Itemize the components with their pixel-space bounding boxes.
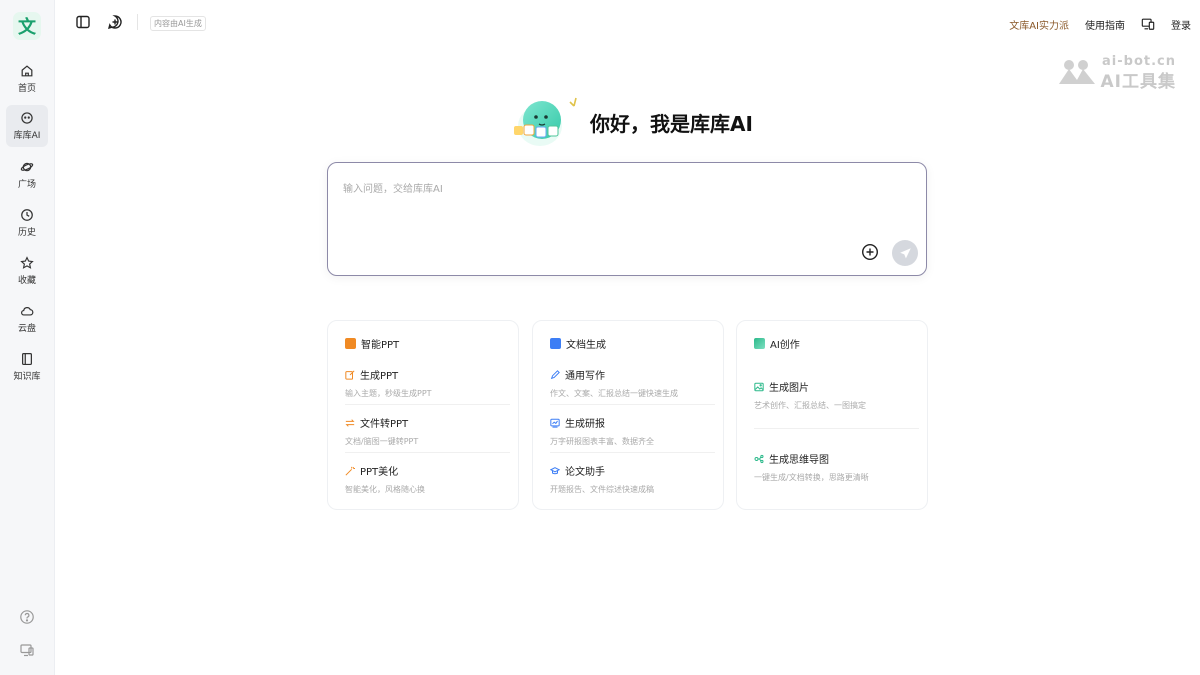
- feature-title: 论文助手: [565, 467, 605, 478]
- sidebar-item-label: 历史: [17, 228, 36, 238]
- feature-general-writing[interactable]: 通用写作 作文、文案、汇报总结一键快速生成: [550, 367, 715, 399]
- topbar-right: 文库AI实力派 使用指南 登录: [1009, 16, 1200, 32]
- feature-research-report[interactable]: 生成研报 万字研报图表丰富、数据齐全: [550, 415, 715, 447]
- divider: [345, 404, 510, 405]
- image-icon: [754, 382, 764, 391]
- new-chat-icon[interactable]: [107, 14, 123, 30]
- ppt-icon: [345, 338, 356, 349]
- prompt-input-box[interactable]: 输入问题，交给库库AI: [327, 162, 927, 276]
- prompt-input[interactable]: 输入问题，交给库库AI: [343, 180, 443, 195]
- watermark: ai-bot.cn AI工具集: [1058, 54, 1176, 92]
- feature-subtitle: 作文、文案、汇报总结一键快速生成: [550, 389, 678, 398]
- feature-subtitle: 智能美化，风格随心换: [345, 485, 425, 494]
- card-ai-creation: AI创作 生成图片 艺术创作、汇报总结、一图搞定 生成思维导图 一键生成/文档转…: [736, 320, 928, 510]
- feature-thesis-assistant[interactable]: 论文助手 开题报告、文件综述快速成稿: [550, 463, 715, 495]
- card-document-generation: 文档生成 通用写作 作文、文案、汇报总结一键快速生成 生成研报 万字研报图表丰富…: [532, 320, 724, 510]
- app-logo[interactable]: 文: [13, 12, 41, 40]
- sidebar-item-label: 库库AI: [13, 131, 41, 141]
- feature-subtitle: 一键生成/文档转换，思路更清晰: [754, 473, 869, 482]
- add-attachment-icon[interactable]: [861, 243, 879, 261]
- sidebar-toggle-icon[interactable]: [75, 14, 91, 30]
- device-icon[interactable]: [19, 642, 35, 658]
- help-icon[interactable]: [19, 609, 35, 625]
- hero-title: 你好，我是库库AI: [590, 112, 753, 136]
- star-icon: [20, 256, 34, 269]
- divider: [550, 404, 715, 405]
- pen-icon: [550, 369, 560, 379]
- device-switch-icon[interactable]: [1141, 17, 1155, 31]
- feature-title: 生成思维导图: [769, 455, 829, 466]
- feature-ppt-beautify[interactable]: PPT美化 智能美化，风格随心换: [345, 463, 510, 495]
- card-header: 文档生成: [550, 336, 606, 351]
- cloud-icon: [21, 307, 34, 316]
- card-header: AI创作: [754, 336, 800, 351]
- sidebar-item-label: 广场: [17, 180, 36, 190]
- feature-subtitle: 开题报告、文件综述快速成稿: [550, 485, 654, 494]
- feature-subtitle: 万字研报图表丰富、数据齐全: [550, 437, 654, 446]
- sidebar-item-home[interactable]: 首页: [6, 58, 48, 100]
- ai-chat-icon: [21, 112, 33, 124]
- edit-icon: [345, 369, 355, 380]
- convert-icon: [345, 418, 355, 427]
- feature-subtitle: 输入主题，秒级生成PPT: [345, 389, 432, 398]
- divider: [754, 428, 919, 429]
- feature-file-to-ppt[interactable]: 文件转PPT 文档/脑图一键转PPT: [345, 415, 510, 447]
- login-link[interactable]: 登录: [1171, 17, 1191, 32]
- sidebar: 文 首页 库库AI 广场 历史 收藏 云盘 知识库: [0, 0, 55, 675]
- watermark-name: AI工具集: [1100, 72, 1176, 92]
- feature-title: PPT美化: [360, 467, 399, 478]
- card-title: AI创作: [770, 340, 800, 351]
- knowledge-book-icon: [22, 352, 32, 366]
- card-title: 文档生成: [566, 340, 606, 351]
- sidebar-item-label: 收藏: [17, 276, 36, 286]
- sidebar-item-history[interactable]: 历史: [6, 202, 48, 244]
- feature-title: 生成图片: [769, 383, 809, 394]
- sidebar-item-kuku-ai[interactable]: 库库AI: [6, 105, 48, 147]
- feature-generate-image[interactable]: 生成图片 艺术创作、汇报总结、一图搞定: [754, 379, 919, 411]
- feature-title: 通用写作: [565, 371, 605, 382]
- sidebar-item-knowledge-base[interactable]: 知识库: [6, 346, 48, 388]
- sidebar-item-cloud[interactable]: 云盘: [6, 298, 48, 340]
- send-button[interactable]: [892, 240, 918, 266]
- divider: [550, 452, 715, 453]
- home-icon: [21, 65, 33, 77]
- sidebar-item-square[interactable]: 广场: [6, 154, 48, 196]
- mascot-icon: [514, 97, 577, 146]
- feature-title: 生成PPT: [360, 371, 399, 382]
- card-title: 智能PPT: [361, 340, 400, 351]
- sidebar-item-label: 知识库: [13, 372, 41, 382]
- mind-map-icon: [754, 454, 764, 463]
- feature-title: 生成研报: [565, 419, 605, 430]
- hero: 你好，我是库库AI: [510, 96, 780, 146]
- feature-title: 文件转PPT: [360, 419, 409, 430]
- chart-icon: [550, 418, 560, 428]
- topbar-divider: [137, 14, 138, 30]
- sidebar-item-label: 云盘: [17, 324, 36, 334]
- feature-subtitle: 文档/脑图一键转PPT: [345, 437, 419, 446]
- card-header: 智能PPT: [345, 336, 399, 351]
- planet-icon: [20, 162, 34, 172]
- document-icon: [550, 338, 561, 349]
- image-creation-icon: [754, 338, 765, 349]
- feature-subtitle: 艺术创作、汇报总结、一图搞定: [754, 401, 866, 410]
- sidebar-item-favorites[interactable]: 收藏: [6, 250, 48, 292]
- feature-generate-ppt[interactable]: 生成PPT 输入主题，秒级生成PPT: [345, 367, 510, 399]
- brand-link[interactable]: 文库AI实力派: [1009, 17, 1069, 32]
- send-icon: [899, 247, 911, 258]
- feature-mind-map[interactable]: 生成思维导图 一键生成/文档转换，思路更清晰: [754, 451, 919, 483]
- magic-wand-icon: [345, 466, 355, 476]
- sidebar-item-label: 首页: [17, 84, 36, 94]
- clock-icon: [21, 209, 33, 221]
- watermark-logo-icon: [1058, 60, 1095, 84]
- card-smart-ppt: 智能PPT 生成PPT 输入主题，秒级生成PPT 文件转PPT 文档/脑图一键转…: [327, 320, 519, 510]
- guide-link[interactable]: 使用指南: [1085, 17, 1125, 32]
- graduation-cap-icon: [550, 466, 560, 474]
- divider: [345, 452, 510, 453]
- ai-generated-badge: 内容由AI生成: [150, 16, 206, 31]
